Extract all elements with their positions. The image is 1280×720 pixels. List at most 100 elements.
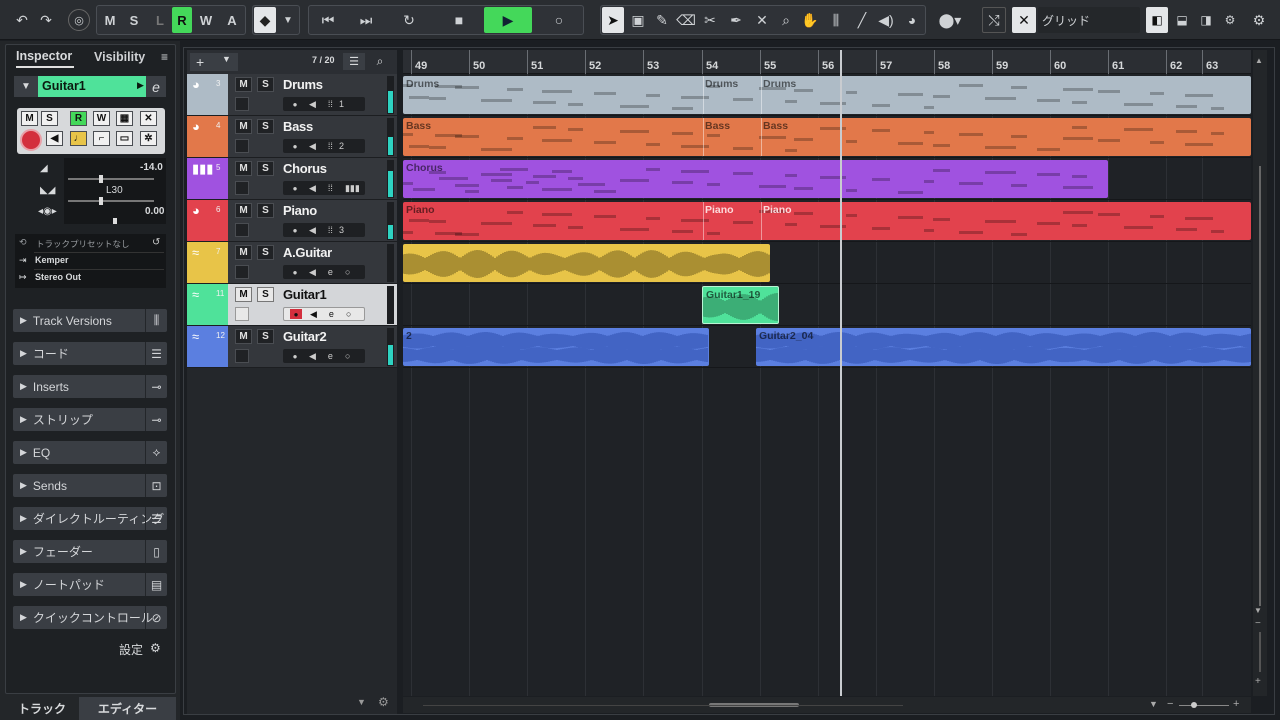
play-tool-icon[interactable]: ◀) [876, 7, 896, 33]
snap-grid-icon[interactable]: ✕ [1012, 7, 1036, 33]
mode-write-button[interactable]: W [196, 7, 216, 33]
sends-icon[interactable]: ⊡ [145, 474, 167, 497]
edit-channel-icon[interactable]: e [328, 351, 333, 361]
bar-number[interactable]: 51 [527, 50, 543, 74]
comp-icon[interactable]: ⫼ [826, 7, 846, 33]
right-zone-icon[interactable]: ◨ [1196, 7, 1216, 33]
redo-icon[interactable]: ↷ [36, 7, 56, 33]
record-enable-icon[interactable]: ● [289, 351, 301, 361]
object-selection-icon[interactable]: ➤ [602, 7, 624, 33]
output-routing-field[interactable]: Stereo Out [35, 272, 81, 282]
freeze-button[interactable]: ▦ [116, 111, 133, 126]
grid-type-select[interactable]: グリッド [1038, 7, 1140, 33]
section-strip[interactable]: ▶ ストリップ ⊸ [13, 408, 167, 431]
color-icon[interactable]: ◕ [902, 7, 922, 33]
line-icon[interactable]: ╱ [852, 7, 872, 33]
track-chorus[interactable]: ▮▮▮ 5 M S Chorus ● ◀ ⁞⁞ ▮▮▮ [187, 158, 397, 200]
section-fader[interactable]: ▶ フェーダー ▯ [13, 540, 167, 563]
track-mute-button[interactable]: M [235, 287, 252, 302]
reset-preset-icon[interactable]: ↺ [152, 237, 160, 248]
track-bass[interactable]: ◕ 4 M S Bass ● ◀ ⁞⁞ 2 [187, 116, 397, 158]
tab-track[interactable]: トラック [5, 697, 79, 720]
horizontal-zoom-handle[interactable] [1191, 702, 1197, 708]
zoom-icon[interactable]: ⌕ [776, 7, 796, 33]
track-mute-button[interactable]: M [235, 161, 252, 176]
go-to-next-icon[interactable]: ⏭ [354, 7, 378, 33]
track-edit-toggle[interactable] [235, 307, 249, 321]
track-guitar1[interactable]: ≈11 M S Guitar1 ● ◀ e ○ [187, 284, 397, 326]
panel-menu-icon[interactable]: ≡ [161, 50, 168, 64]
track-name[interactable]: Guitar2 [283, 329, 327, 344]
section-eq[interactable]: ▶ EQ ⟡ [13, 441, 167, 464]
monitor-icon[interactable]: ◀ [310, 309, 317, 320]
left-zone-icon[interactable]: ◧ [1146, 7, 1168, 33]
track-edit-toggle[interactable] [235, 139, 249, 153]
track-mute-button[interactable]: M [235, 203, 252, 218]
mode-read-button[interactable]: R [172, 7, 192, 33]
inserts-icon[interactable]: ⊸ [145, 375, 167, 398]
record-enable-button[interactable] [20, 129, 42, 151]
vertical-scrollbar[interactable]: ▲ ▼ − + [1253, 50, 1267, 696]
track-edit-toggle[interactable] [235, 181, 249, 195]
section-direct-routing[interactable]: ▶ ダイレクトルーティング ☰ [13, 507, 167, 530]
link-icon[interactable]: ○ [346, 309, 351, 319]
zoom-in-icon[interactable]: + [1233, 698, 1239, 710]
track-piano[interactable]: ◕ 6 M S Piano ● ◀ ⁞⁞ 3 [187, 200, 397, 242]
link-icon[interactable]: ○ [345, 267, 350, 277]
zoom-out-icon[interactable]: − [1167, 698, 1173, 710]
section-sends[interactable]: ▶ Sends ⊡ [13, 474, 167, 497]
constrain-delay-icon[interactable]: ◎ [68, 9, 90, 31]
bar-number[interactable]: 62 [1166, 50, 1182, 74]
read-automation-button[interactable]: R [70, 111, 87, 126]
track-solo-button[interactable]: S [257, 203, 274, 218]
draw-icon[interactable]: ✎ [652, 7, 672, 33]
search-icon[interactable]: ⌕ [369, 53, 391, 70]
edit-instrument-icon[interactable]: e [146, 76, 166, 97]
delay-value[interactable]: 0.00 [145, 206, 164, 217]
bar-number[interactable]: 54 [702, 50, 718, 74]
input-routing-field[interactable]: Kemper [35, 255, 69, 265]
delay-slider-handle[interactable] [113, 218, 117, 224]
direct-routing-icon[interactable]: ☰ [145, 507, 167, 530]
record-enable-icon[interactable]: ● [289, 183, 301, 193]
bar-number[interactable]: 56 [818, 50, 834, 74]
link-icon[interactable]: ○ [345, 351, 350, 361]
settings-label[interactable]: 設定 [119, 641, 143, 658]
track-mute-button[interactable]: M [235, 77, 252, 92]
track-mute-button[interactable]: M [235, 329, 252, 344]
bar-number[interactable]: 55 [760, 50, 776, 74]
zoom-out-vertical-icon[interactable]: − [1255, 618, 1261, 629]
mode-solo-button[interactable]: S [124, 7, 144, 33]
track-solo-button[interactable]: S [257, 119, 274, 134]
ruler[interactable]: 49 50 51 52 53 54 55 56 57 58 59 60 61 62 63 [403, 50, 1251, 74]
solo-button[interactable]: S [41, 111, 58, 126]
project-cursor[interactable] [840, 50, 842, 696]
color-palette-icon[interactable]: ⬤▾ [932, 7, 968, 33]
lane-button[interactable]: ▭ [116, 131, 133, 146]
track-solo-button[interactable]: S [257, 77, 274, 92]
mode-mute-button[interactable]: M [100, 7, 120, 33]
chords-icon[interactable]: ☰ [145, 342, 167, 365]
fader-icon[interactable]: ▯ [145, 540, 167, 563]
play-icon[interactable]: ▶ [484, 7, 532, 33]
snap-icon[interactable]: ⤭ [982, 7, 1006, 33]
track-edit-toggle[interactable] [235, 349, 249, 363]
strip-icon[interactable]: ⊸ [145, 408, 167, 431]
pan-slider-handle[interactable] [99, 197, 103, 205]
autoscroll-icon[interactable]: ◆ [254, 7, 276, 33]
event-part[interactable]: Drums [403, 76, 1251, 114]
tab-inspector[interactable]: Inspector [16, 46, 74, 68]
track-list-dropdown-icon[interactable]: ▼ [357, 697, 366, 707]
bypass-button[interactable]: ✕ [140, 111, 157, 126]
track-name[interactable]: A.Guitar [283, 245, 332, 260]
monitor-button[interactable]: ◀ [46, 131, 63, 146]
record-enable-icon[interactable]: ● [289, 99, 301, 109]
track-edit-toggle[interactable] [235, 265, 249, 279]
track-lane[interactable] [403, 284, 1251, 326]
monitor-icon[interactable]: ◀ [309, 351, 316, 362]
tab-editor[interactable]: エディター [79, 697, 176, 720]
bar-number[interactable]: 57 [876, 50, 892, 74]
horizontal-zoom-slider[interactable] [1179, 705, 1229, 706]
lane-icon[interactable]: ⁞⁞ [328, 141, 333, 151]
record-enable-icon[interactable]: ● [290, 309, 302, 319]
